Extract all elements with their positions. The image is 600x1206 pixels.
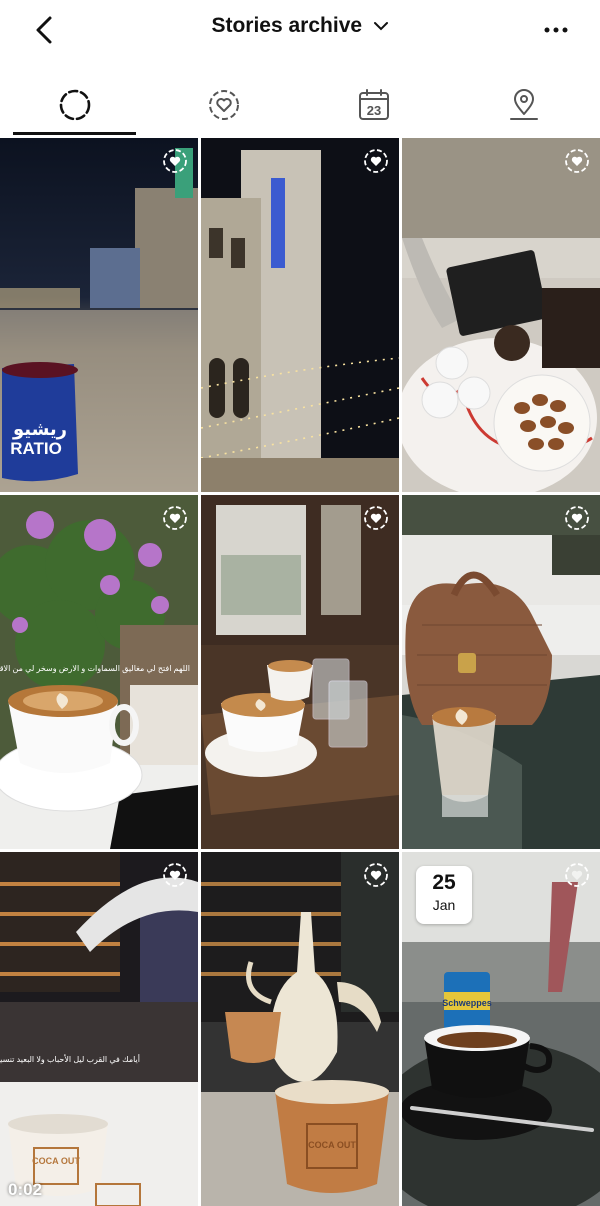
story-thumbnail: اللهم افتح لي مغاليق السماوات و الارض وس… bbox=[0, 495, 198, 849]
cup-brand-text: COCA OUT bbox=[308, 1140, 356, 1150]
story-thumbnail bbox=[201, 495, 399, 849]
heart-ring-icon bbox=[209, 90, 239, 120]
story-thumbnail bbox=[402, 138, 600, 492]
highlight-heart-icon bbox=[565, 506, 589, 530]
calendar-icon: 23 bbox=[359, 89, 389, 120]
tab-stories[interactable] bbox=[13, 78, 136, 136]
location-pin-icon bbox=[510, 89, 538, 120]
story-thumbnail: COCA OUT أيامك في القرب ليل الأحباب ولا … bbox=[0, 852, 198, 1206]
date-day: 25 bbox=[432, 871, 456, 894]
story-tile[interactable] bbox=[201, 495, 399, 849]
story-tile[interactable] bbox=[402, 495, 600, 849]
story-tile[interactable]: COCA OUT أيامك في القرب ليل الأحباب ولا … bbox=[0, 852, 198, 1206]
stories-grid: ريشيو RATIO اللهم افتح لي مغاليق السماوا… bbox=[0, 138, 600, 1206]
cup-brand-text: RATIO bbox=[10, 439, 62, 458]
chevron-down-icon bbox=[373, 22, 388, 31]
highlight-heart-icon bbox=[364, 149, 388, 173]
highlight-heart-icon bbox=[565, 863, 589, 887]
highlight-heart-icon bbox=[565, 149, 589, 173]
date-badge: 25 Jan bbox=[416, 866, 472, 924]
more-options-icon[interactable] bbox=[542, 18, 570, 42]
story-tile[interactable]: Schweppes 25 Jan bbox=[402, 852, 600, 1206]
tab-calendar[interactable]: 23 bbox=[312, 78, 435, 136]
story-tile[interactable]: COCA OUT bbox=[201, 852, 399, 1206]
highlight-heart-icon bbox=[163, 863, 187, 887]
can-label: Schweppes bbox=[442, 998, 492, 1008]
title-dropdown[interactable]: Stories archive bbox=[0, 14, 600, 46]
video-duration: 0:02 bbox=[8, 1180, 43, 1199]
page-title: Stories archive bbox=[211, 14, 363, 37]
cup-arabic-text: ريشيو bbox=[12, 419, 67, 440]
tab-map[interactable] bbox=[462, 78, 585, 136]
story-overlay-text: أيامك في القرب ليل الأحباب ولا البعيد تن… bbox=[0, 1054, 140, 1064]
calendar-day-label: 23 bbox=[367, 103, 381, 118]
story-tile[interactable] bbox=[402, 138, 600, 492]
cup-brand-text: COCA OUT bbox=[32, 1156, 80, 1166]
app-header: Stories archive bbox=[0, 0, 600, 66]
story-thumbnail bbox=[201, 138, 399, 492]
story-tile[interactable] bbox=[201, 138, 399, 492]
active-tab-indicator bbox=[13, 132, 136, 135]
story-tile[interactable]: اللهم افتح لي مغاليق السماوات و الارض وس… bbox=[0, 495, 198, 849]
highlight-heart-icon bbox=[163, 149, 187, 173]
highlight-heart-icon bbox=[364, 506, 388, 530]
story-tile[interactable]: ريشيو RATIO bbox=[0, 138, 198, 492]
highlight-heart-icon bbox=[364, 863, 388, 887]
archive-tabs: 23 bbox=[0, 78, 600, 136]
story-thumbnail: COCA OUT bbox=[201, 852, 399, 1206]
story-ring-icon bbox=[59, 89, 91, 121]
highlight-heart-icon bbox=[163, 506, 187, 530]
story-overlay-text: اللهم افتح لي مغاليق السماوات و الارض وس… bbox=[0, 664, 190, 673]
date-month: Jan bbox=[432, 897, 456, 913]
story-thumbnail bbox=[402, 495, 600, 849]
story-thumbnail: ريشيو RATIO bbox=[0, 138, 198, 492]
tab-highlights[interactable] bbox=[162, 78, 285, 136]
